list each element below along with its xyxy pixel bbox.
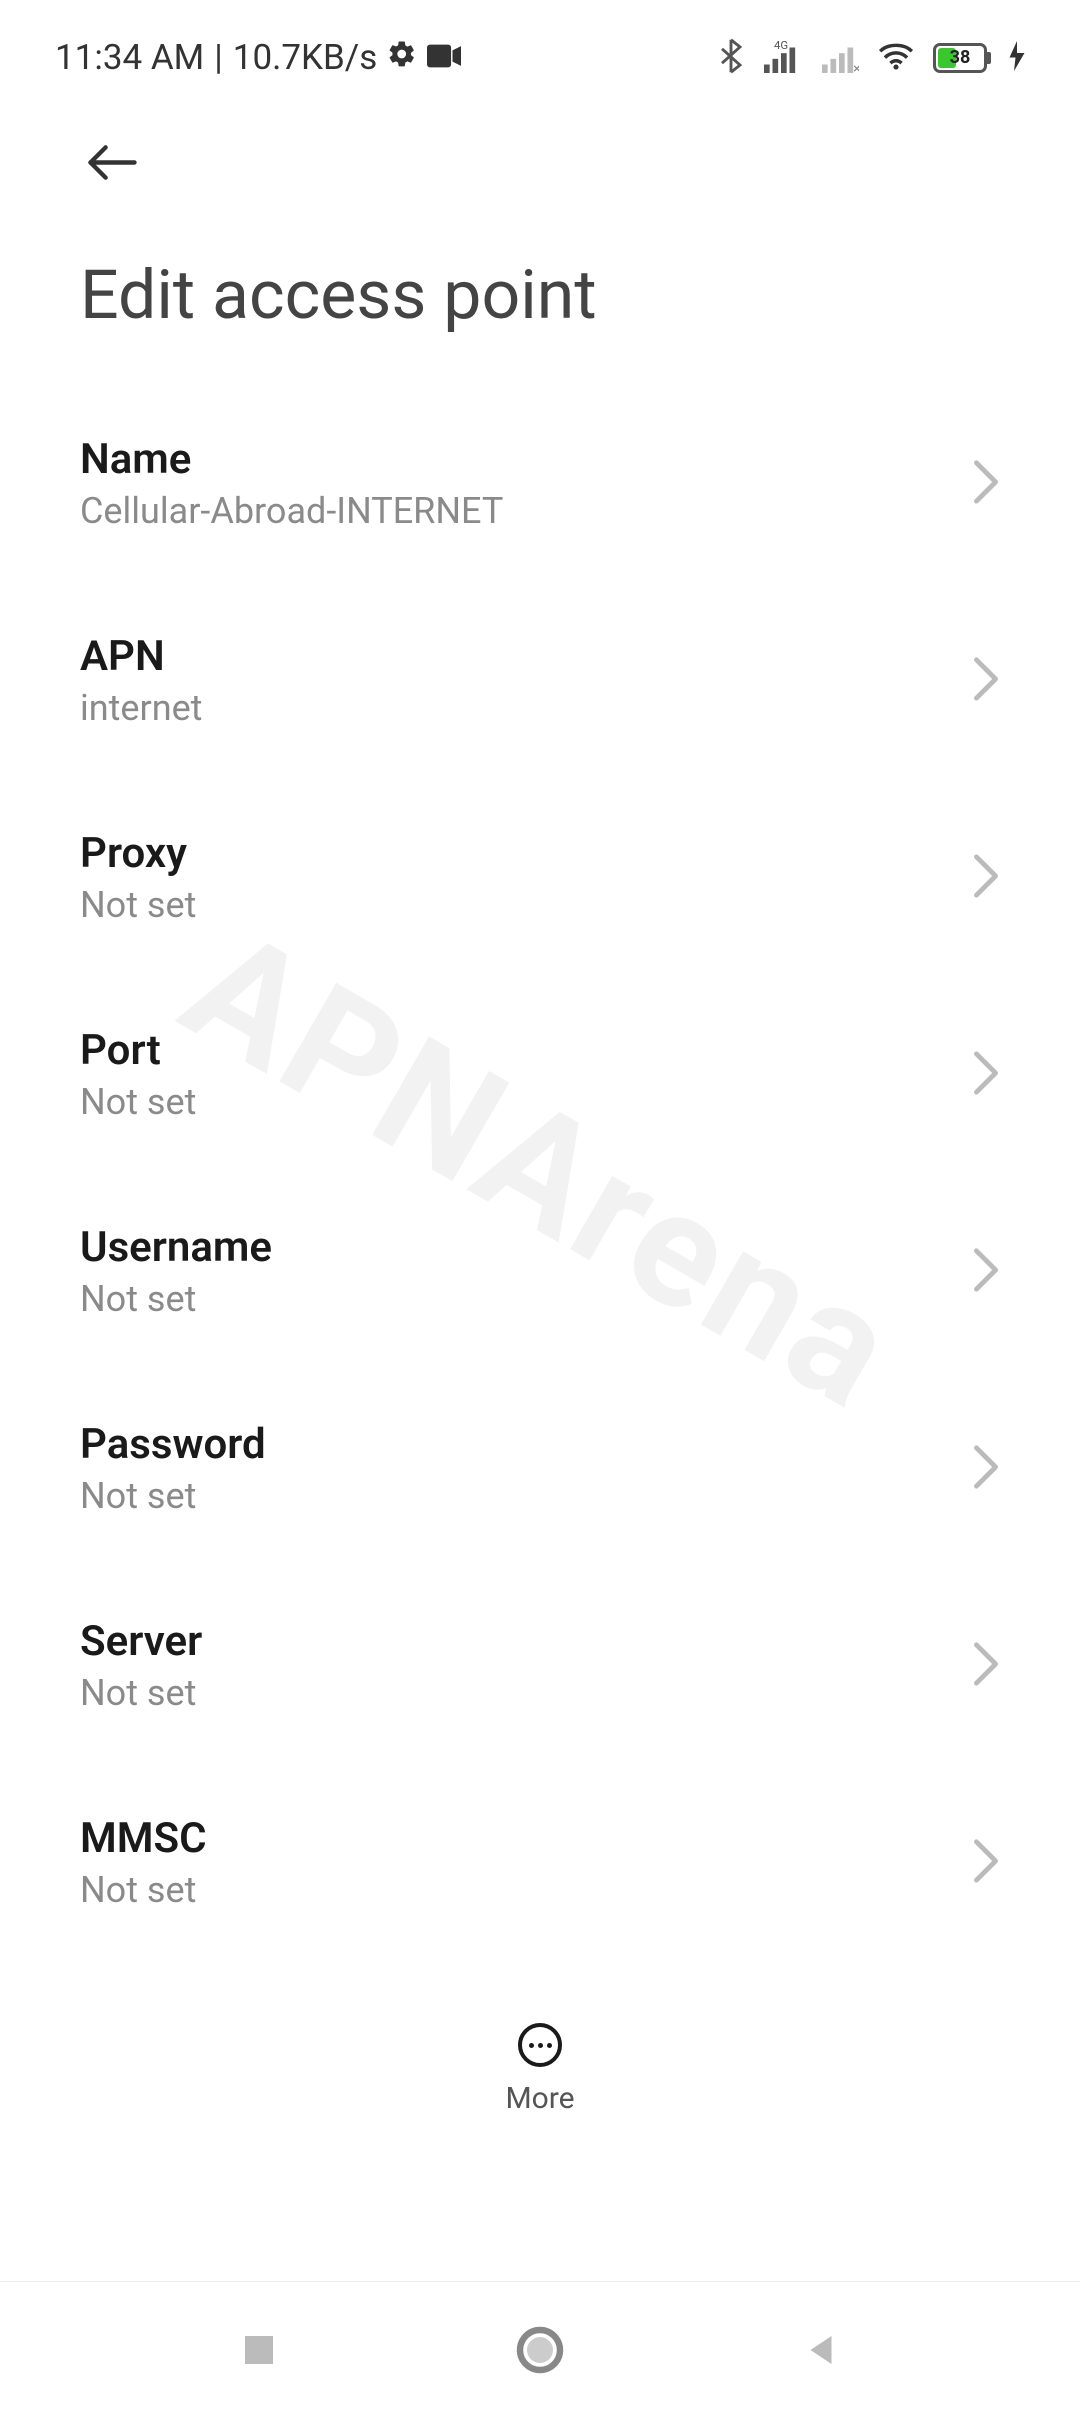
chevron-right-icon <box>972 1641 1000 1691</box>
more-button[interactable] <box>518 2023 562 2067</box>
setting-label: APN <box>80 632 202 681</box>
bluetooth-icon <box>719 38 743 78</box>
status-time: 11:34 AM <box>55 37 204 78</box>
setting-text: Username Not set <box>80 1223 272 1320</box>
setting-value: Not set <box>80 1278 272 1320</box>
bottom-action-bar: More <box>0 1993 1080 2116</box>
page-title: Edit access point <box>0 190 1080 385</box>
setting-row-mmsc[interactable]: MMSC Not set <box>80 1764 1000 1961</box>
wifi-icon <box>877 41 915 75</box>
status-net-speed: 10.7KB/s <box>233 37 378 78</box>
setting-label: Port <box>80 1026 196 1075</box>
nav-back-button[interactable] <box>800 2329 842 2375</box>
setting-value: Not set <box>80 1081 196 1123</box>
setting-row-password[interactable]: Password Not set <box>80 1370 1000 1567</box>
chevron-right-icon <box>972 1247 1000 1297</box>
setting-text: MMSC Not set <box>80 1814 207 1911</box>
nav-recent-button[interactable] <box>238 2329 280 2375</box>
setting-text: Proxy Not set <box>80 829 196 926</box>
setting-value: Not set <box>80 1672 202 1714</box>
setting-value: Cellular-Abroad-INTERNET <box>80 490 503 532</box>
charging-icon <box>1009 41 1025 75</box>
setting-label: MMSC <box>80 1814 207 1863</box>
more-dot-icon <box>529 2043 534 2048</box>
setting-text: Password Not set <box>80 1420 266 1517</box>
status-bar: 11:34 AM | 10.7KB/s 4G <box>0 0 1080 95</box>
setting-text: Name Cellular-Abroad-INTERNET <box>80 435 503 532</box>
more-label: More <box>505 2081 574 2116</box>
setting-label: Proxy <box>80 829 196 878</box>
back-button[interactable] <box>85 135 140 190</box>
setting-label: Name <box>80 435 503 484</box>
setting-row-apn[interactable]: APN internet <box>80 582 1000 779</box>
status-right: 4G × <box>719 38 1025 78</box>
setting-row-username[interactable]: Username Not set <box>80 1173 1000 1370</box>
setting-row-name[interactable]: Name Cellular-Abroad-INTERNET <box>80 385 1000 582</box>
setting-label: Server <box>80 1617 202 1666</box>
settings-list: Name Cellular-Abroad-INTERNET APN intern… <box>0 385 1080 2158</box>
gear-icon <box>387 37 417 78</box>
setting-value: internet <box>80 687 202 729</box>
cell-signal-4g-icon: 4G <box>761 39 801 77</box>
setting-label: Password <box>80 1420 266 1469</box>
cell-signal-no-sim-icon: × <box>819 39 859 77</box>
chevron-right-icon <box>972 853 1000 903</box>
chevron-right-icon <box>972 1838 1000 1888</box>
more-dot-icon <box>547 2043 552 2048</box>
setting-value: Not set <box>80 1475 266 1517</box>
setting-value: Not set <box>80 884 196 926</box>
status-left: 11:34 AM | 10.7KB/s <box>55 37 461 78</box>
nav-header <box>0 95 1080 190</box>
nav-home-button[interactable] <box>516 2326 564 2378</box>
setting-value: Not set <box>80 1869 207 1911</box>
setting-text: APN internet <box>80 632 202 729</box>
more-dot-icon <box>538 2043 543 2048</box>
system-nav-bar <box>0 2281 1080 2421</box>
chevron-right-icon <box>972 1444 1000 1494</box>
status-separator: | <box>214 37 223 78</box>
svg-text:4G: 4G <box>774 39 788 52</box>
svg-text:×: × <box>853 61 859 73</box>
setting-row-port[interactable]: Port Not set <box>80 976 1000 1173</box>
chevron-right-icon <box>972 1050 1000 1100</box>
camera-icon <box>427 37 461 78</box>
chevron-right-icon <box>972 459 1000 509</box>
chevron-right-icon <box>972 656 1000 706</box>
setting-row-proxy[interactable]: Proxy Not set <box>80 779 1000 976</box>
setting-label: Username <box>80 1223 272 1272</box>
setting-text: Port Not set <box>80 1026 196 1123</box>
setting-row-server[interactable]: Server Not set <box>80 1567 1000 1764</box>
setting-text: Server Not set <box>80 1617 202 1714</box>
battery-icon: 38 <box>933 43 991 73</box>
